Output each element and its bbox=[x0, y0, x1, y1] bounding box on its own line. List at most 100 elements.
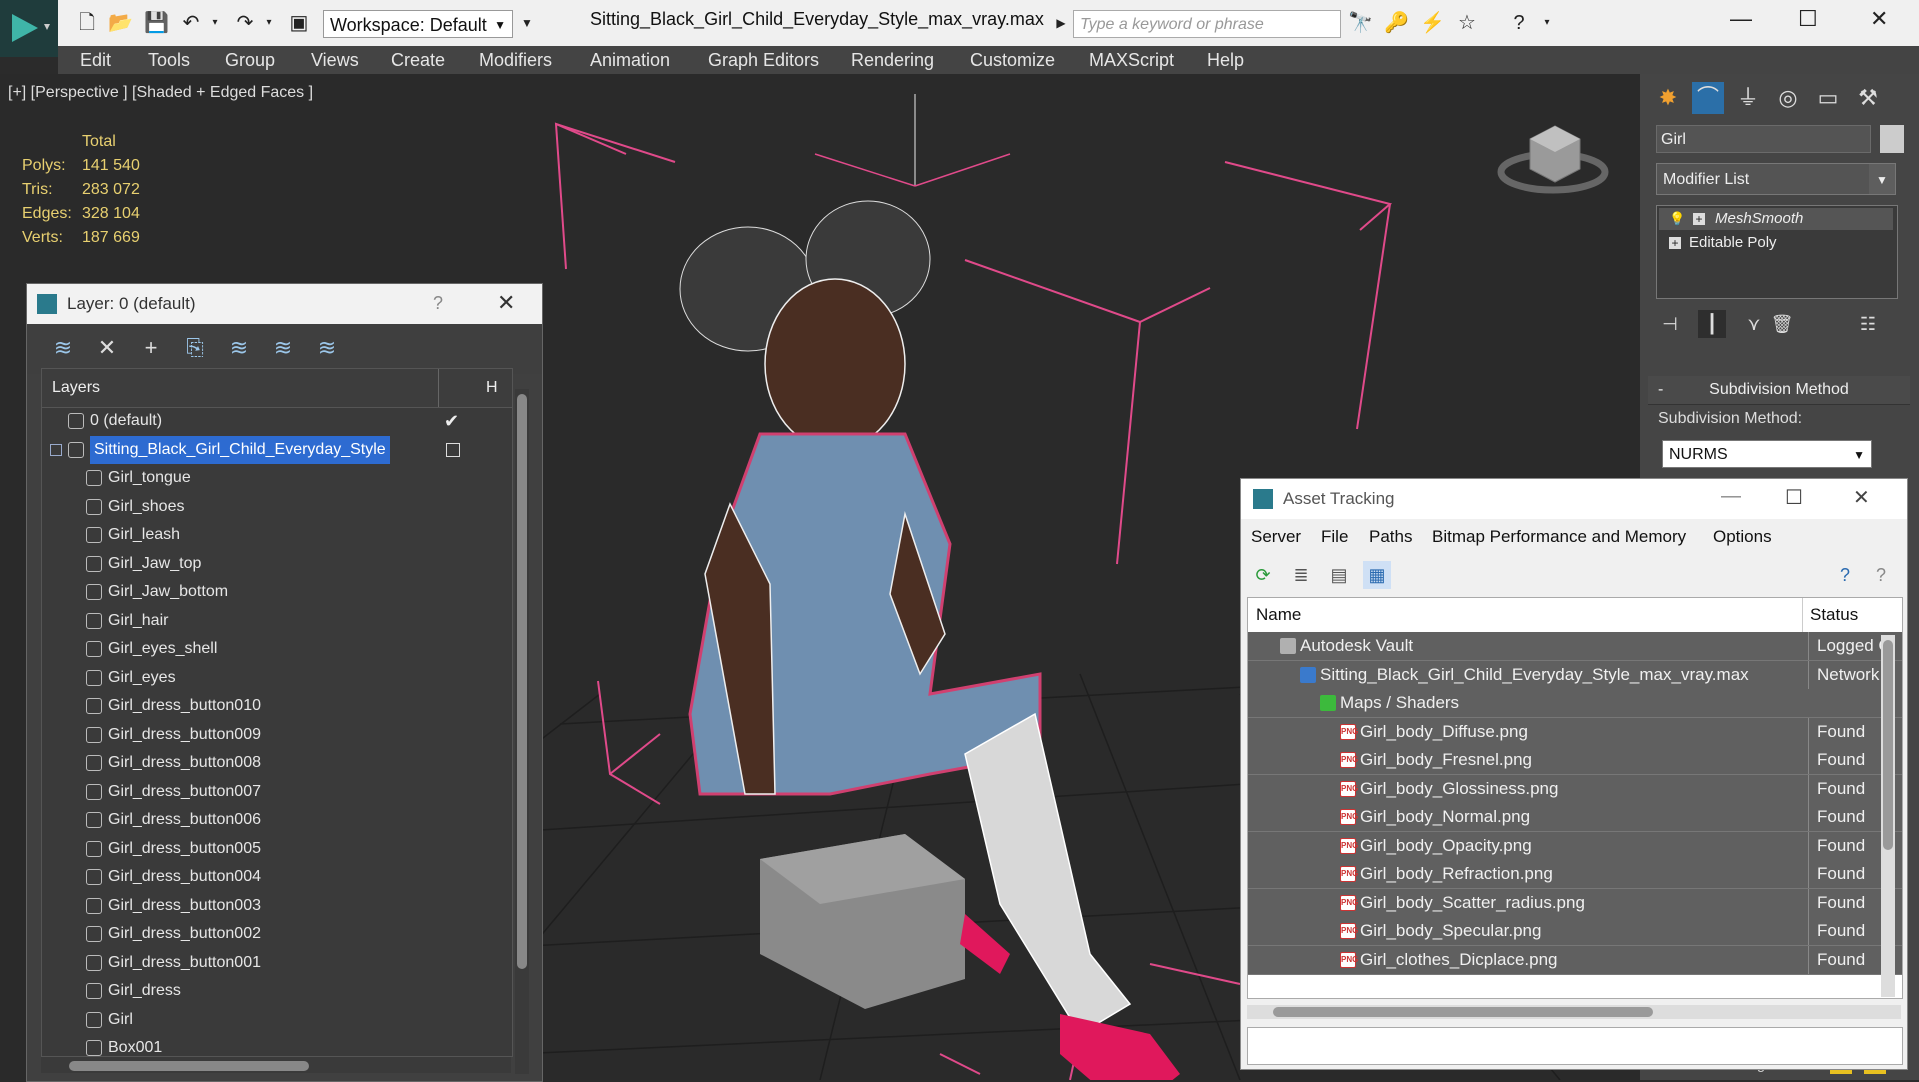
menu-file[interactable]: File bbox=[1321, 527, 1348, 547]
menu-bitmap-performance[interactable]: Bitmap Performance and Memory bbox=[1432, 527, 1686, 547]
close-icon[interactable]: ✕ bbox=[1870, 6, 1888, 32]
viewcube[interactable] bbox=[1497, 125, 1609, 194]
key-icon[interactable]: 🔑 bbox=[1384, 12, 1409, 34]
menu-graph-editors[interactable]: Graph Editors bbox=[708, 50, 819, 71]
help-dropdown-icon[interactable]: ▾ bbox=[1536, 12, 1558, 34]
asset-row[interactable]: PNG Girl_body_Diffuse.png Found bbox=[1248, 717, 1902, 747]
minimize-icon[interactable]: — bbox=[1730, 6, 1752, 32]
menu-views[interactable]: Views bbox=[311, 50, 359, 71]
layer-row[interactable]: Girl_dress_button007 bbox=[42, 778, 512, 806]
undo-icon[interactable]: ↶ bbox=[180, 12, 202, 34]
undo-dropdown-icon[interactable]: ▾ bbox=[204, 12, 226, 34]
search-input[interactable]: Type a keyword or phrase bbox=[1073, 10, 1341, 38]
close-icon[interactable]: ✕ bbox=[1853, 485, 1870, 510]
make-unique-icon[interactable]: ⋎ bbox=[1740, 310, 1768, 338]
refresh-icon[interactable]: ⟳ bbox=[1249, 561, 1277, 589]
asset-vertical-scrollbar[interactable] bbox=[1881, 635, 1895, 997]
column-status[interactable]: Status bbox=[1810, 598, 1859, 632]
show-end-result-icon[interactable]: ┃ bbox=[1698, 310, 1726, 338]
layer-row[interactable]: Girl_dress_button001 bbox=[42, 949, 512, 977]
asset-row[interactable]: PNG Girl_body_Opacity.png Found bbox=[1248, 831, 1902, 861]
asset-row[interactable]: PNG Girl_clothes_Dicplace.png Found bbox=[1248, 945, 1902, 975]
select-objects-in-layer-icon[interactable]: ⎘ bbox=[181, 334, 209, 362]
binoculars-icon[interactable]: 🔭 bbox=[1348, 12, 1373, 34]
layer-row[interactable]: Girl bbox=[42, 1006, 512, 1034]
menu-animation[interactable]: Animation bbox=[590, 50, 670, 71]
menu-help[interactable]: Help bbox=[1207, 50, 1244, 71]
redo-icon[interactable]: ↷ bbox=[234, 12, 256, 34]
create-layer-icon[interactable]: ≋ bbox=[49, 334, 77, 362]
menu-modifiers[interactable]: Modifiers bbox=[479, 50, 552, 71]
table-view-icon[interactable]: ▦ bbox=[1363, 561, 1391, 589]
stack-item-editable-poly[interactable]: + Editable Poly bbox=[1659, 232, 1893, 254]
layer-row[interactable]: Girl_dress_button008 bbox=[42, 749, 512, 777]
column-name[interactable]: Name bbox=[1256, 598, 1302, 632]
layer-row[interactable]: Girl_dress_button010 bbox=[42, 692, 512, 720]
asset-row[interactable]: PNG Girl_body_Refraction.png Found bbox=[1248, 860, 1902, 889]
save-icon[interactable]: 💾 bbox=[144, 12, 169, 34]
app-logo-icon[interactable] bbox=[0, 0, 58, 57]
search-expand-icon[interactable]: ▶ bbox=[1050, 12, 1072, 34]
subdivision-method-select[interactable]: NURMS ▼ bbox=[1662, 440, 1872, 468]
layer-row[interactable]: Girl_Jaw_top bbox=[42, 550, 512, 578]
layer-row[interactable]: Girl_hair bbox=[42, 607, 512, 635]
modify-tab-icon[interactable]: ⌒ bbox=[1692, 82, 1724, 114]
open-file-icon[interactable]: 📂 bbox=[108, 12, 133, 34]
expand-plus-icon[interactable]: + bbox=[1669, 237, 1681, 249]
column-layers[interactable]: Layers bbox=[52, 379, 100, 397]
hide-all-layers-icon[interactable]: ≋ bbox=[269, 334, 297, 362]
help-icon[interactable]: ? bbox=[433, 293, 443, 314]
utilities-tab-icon[interactable]: ⚒ bbox=[1852, 82, 1884, 114]
object-name-field[interactable]: Girl bbox=[1656, 125, 1871, 153]
layer-row[interactable]: Girl_dress_button003 bbox=[42, 892, 512, 920]
layer-row[interactable]: Girl_dress_button006 bbox=[42, 806, 512, 834]
workspace-dropdown[interactable]: Workspace: Default ▼ bbox=[323, 10, 513, 38]
layer-horizontal-scrollbar[interactable] bbox=[41, 1057, 511, 1073]
object-color-swatch[interactable] bbox=[1880, 125, 1904, 153]
menu-customize[interactable]: Customize bbox=[970, 50, 1055, 71]
menu-rendering[interactable]: Rendering bbox=[851, 50, 934, 71]
highlight-selected-layer-icon[interactable]: ≋ bbox=[225, 334, 253, 362]
thumbnail-view-icon[interactable]: ▤ bbox=[1325, 561, 1353, 589]
create-tab-icon[interactable]: ✸ bbox=[1652, 82, 1684, 114]
delete-layer-icon[interactable]: ✕ bbox=[93, 334, 121, 362]
freeze-all-layers-icon[interactable]: ≋ bbox=[313, 334, 341, 362]
asset-row[interactable]: PNG Girl_body_Fresnel.png Found bbox=[1248, 746, 1902, 775]
column-hide[interactable]: H bbox=[486, 379, 498, 397]
close-icon[interactable]: ✕ bbox=[497, 290, 515, 316]
expand-plus-icon[interactable]: + bbox=[1693, 213, 1705, 225]
menu-maxscript[interactable]: MAXScript bbox=[1089, 50, 1174, 71]
favorites-star-icon[interactable]: ☆ bbox=[1456, 12, 1478, 34]
collapse-minus-icon[interactable] bbox=[50, 443, 62, 456]
help-icon[interactable]: ? bbox=[1831, 561, 1859, 589]
asset-row[interactable]: PNG Girl_body_Scatter_radius.png Found bbox=[1248, 888, 1902, 918]
asset-row[interactable]: Autodesk Vault Logged O bbox=[1248, 632, 1902, 661]
layer-row[interactable]: Box001 bbox=[42, 1034, 512, 1056]
modifier-list-dropdown[interactable]: Modifier List ▼ bbox=[1656, 163, 1896, 195]
help-icon[interactable]: ? bbox=[1508, 12, 1530, 34]
scroll-thumb[interactable] bbox=[517, 394, 527, 969]
layer-row[interactable]: Sitting_Black_Girl_Child_Everyday_Style bbox=[42, 435, 512, 464]
active-layer-check-icon[interactable]: ✔ bbox=[444, 407, 459, 435]
redo-dropdown-icon[interactable]: ▾ bbox=[258, 12, 280, 34]
list-view-icon[interactable]: ≣ bbox=[1287, 561, 1315, 589]
layer-row[interactable]: 0 (default) ✔ bbox=[42, 407, 512, 435]
layer-row[interactable]: Girl_eyes_shell bbox=[42, 635, 512, 663]
layer-row[interactable]: Girl_dress_button005 bbox=[42, 835, 512, 863]
display-tab-icon[interactable]: ▭ bbox=[1812, 82, 1844, 114]
menu-group[interactable]: Group bbox=[225, 50, 275, 71]
layer-vertical-scrollbar[interactable] bbox=[515, 389, 529, 1074]
maximize-icon[interactable]: ☐ bbox=[1785, 485, 1803, 510]
hierarchy-tab-icon[interactable]: ⏚ bbox=[1732, 82, 1764, 114]
menu-options[interactable]: Options bbox=[1713, 527, 1772, 547]
layer-row[interactable]: Girl_eyes bbox=[42, 664, 512, 692]
lightbulb-icon[interactable]: 💡 bbox=[1669, 208, 1685, 230]
layer-row[interactable]: Girl_tongue bbox=[42, 464, 512, 492]
layer-row[interactable]: Girl_leash bbox=[42, 521, 512, 549]
layer-row[interactable]: Girl_shoes bbox=[42, 493, 512, 521]
menu-create[interactable]: Create bbox=[391, 50, 445, 71]
project-folder-icon[interactable]: ▣ bbox=[288, 12, 310, 34]
asset-horizontal-scrollbar[interactable] bbox=[1247, 1005, 1901, 1019]
asset-row[interactable]: PNG Girl_body_Glossiness.png Found bbox=[1248, 774, 1902, 804]
layer-row[interactable]: Girl_dress_button002 bbox=[42, 920, 512, 948]
